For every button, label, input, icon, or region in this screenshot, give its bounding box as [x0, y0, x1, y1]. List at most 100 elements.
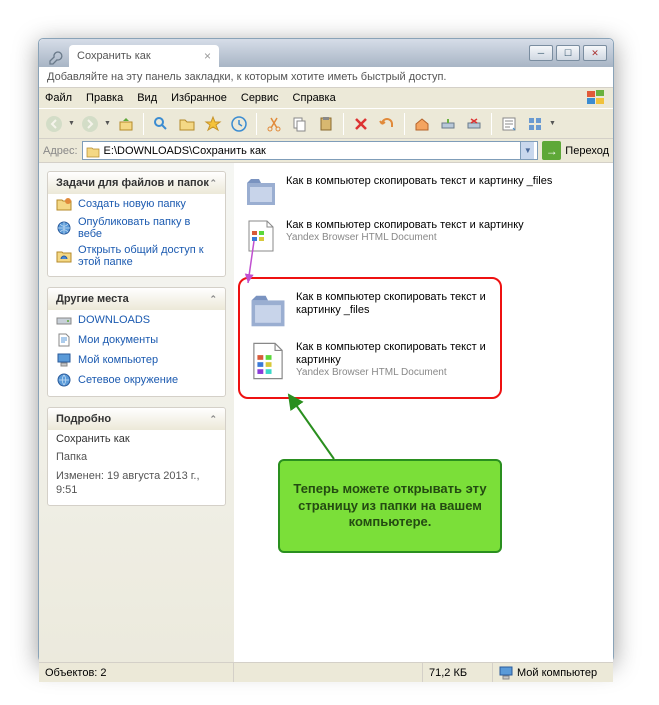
callout-red: Как в компьютер скопировать текст и карт… — [238, 277, 502, 399]
task-new-folder[interactable]: Создать новую папку — [48, 194, 225, 214]
sidebar: Задачи для файлов и папок ⌃ Создать нову… — [39, 163, 234, 662]
computer-icon — [499, 666, 513, 680]
menu-help[interactable]: Справка — [293, 92, 336, 104]
menu-edit[interactable]: Правка — [86, 92, 123, 104]
menu-file[interactable]: Файл — [45, 92, 72, 104]
place-downloads[interactable]: DOWNLOADS — [48, 310, 225, 330]
addressbar: Адрес: E:\DOWNLOADS\Сохранить как ▼ → Пе… — [39, 139, 613, 163]
toolbar: ▼ ▼ ▼ — [39, 109, 613, 139]
views-button[interactable] — [523, 112, 547, 136]
details-header[interactable]: Подробно ⌃ — [48, 408, 225, 430]
callout-file-item: Как в компьютер скопировать текст и карт… — [246, 339, 494, 383]
cut-button[interactable] — [262, 112, 286, 136]
status-objects: Объектов: 2 — [39, 663, 234, 682]
folders-button[interactable] — [175, 112, 199, 136]
drive-icon — [56, 312, 72, 328]
tasks-header[interactable]: Задачи для файлов и папок ⌃ — [48, 172, 225, 194]
places-group: Другие места ⌃ DOWNLOADS Мои документы М… — [47, 287, 226, 397]
html-file-icon — [248, 341, 288, 381]
back-dropdown[interactable]: ▼ — [68, 120, 76, 127]
back-button[interactable] — [42, 112, 66, 136]
disconnect-drive-button[interactable] — [462, 112, 486, 136]
callout-file-type: Yandex Browser HTML Document — [296, 367, 492, 379]
task-publish[interactable]: Опубликовать папку в вебе — [48, 214, 225, 242]
file-pane[interactable]: Как в компьютер скопировать текст и карт… — [234, 163, 613, 662]
window-buttons: ─ ☐ ✕ — [523, 41, 613, 65]
tasks-group: Задачи для файлов и папок ⌃ Создать нову… — [47, 171, 226, 277]
callout-green-text: Теперь можете открывать эту страницу из … — [290, 481, 490, 532]
place-network[interactable]: Сетевое окружение — [48, 370, 225, 390]
tab-title: Сохранить как — [77, 50, 151, 62]
details-group: Подробно ⌃ Сохранить как Папка Изменен: … — [47, 407, 226, 506]
go-button[interactable]: → — [542, 141, 561, 160]
maximize-button[interactable]: ☐ — [556, 45, 580, 61]
address-dropdown[interactable]: ▼ — [520, 142, 534, 159]
folder-icon — [244, 175, 278, 209]
close-button[interactable]: ✕ — [583, 45, 607, 61]
callout-file-name: Как в компьютер скопировать текст и карт… — [296, 291, 492, 331]
status-spacer — [234, 663, 423, 682]
details-type: Папка — [48, 448, 225, 466]
go-label: Переход — [565, 145, 609, 157]
globe-icon — [56, 220, 72, 236]
chevron-up-icon: ⌃ — [209, 414, 217, 425]
address-input[interactable]: E:\DOWNLOADS\Сохранить как ▼ — [82, 141, 539, 160]
folder-icon — [248, 291, 288, 331]
file-name: Как в компьютер скопировать текст и карт… — [286, 175, 552, 209]
properties-button[interactable] — [497, 112, 521, 136]
titlebar: Сохранить как × ─ ☐ ✕ — [39, 39, 613, 67]
task-share[interactable]: Открыть общий доступ к этой папке — [48, 242, 225, 270]
content: Задачи для файлов и папок ⌃ Создать нову… — [39, 163, 613, 662]
favorites-button[interactable] — [201, 112, 225, 136]
details-name: Сохранить как — [48, 430, 225, 448]
statusbar: Объектов: 2 71,2 КБ Мой компьютер — [39, 662, 613, 682]
menu-view[interactable]: Вид — [137, 92, 157, 104]
minimize-button[interactable]: ─ — [529, 45, 553, 61]
file-item[interactable]: Как в компьютер скопировать текст и карт… — [242, 173, 605, 211]
copy-button[interactable] — [288, 112, 312, 136]
delete-button[interactable] — [349, 112, 373, 136]
file-item[interactable]: Как в компьютер скопировать текст и карт… — [242, 217, 605, 255]
network-icon — [56, 372, 72, 388]
callout-file-item: Как в компьютер скопировать текст и карт… — [246, 289, 494, 333]
places-header[interactable]: Другие места ⌃ — [48, 288, 225, 310]
forward-button[interactable] — [78, 112, 102, 136]
chevron-up-icon: ⌃ — [209, 294, 217, 305]
undo-button[interactable] — [375, 112, 399, 136]
windows-logo-icon — [587, 90, 607, 106]
window: Сохранить как × ─ ☐ ✕ Добавляйте на эту … — [38, 38, 614, 662]
callout-green: Теперь можете открывать эту страницу из … — [278, 459, 502, 553]
status-location: Мой компьютер — [493, 663, 613, 682]
forward-dropdown[interactable]: ▼ — [104, 120, 112, 127]
history-button[interactable] — [227, 112, 251, 136]
status-size: 71,2 КБ — [423, 663, 493, 682]
computer-icon — [56, 352, 72, 368]
menubar: Файл Правка Вид Избранное Сервис Справка — [39, 87, 613, 109]
place-computer[interactable]: Мой компьютер — [48, 350, 225, 370]
map-drive-button[interactable] — [436, 112, 460, 136]
new-folder-icon — [56, 196, 72, 212]
views-dropdown[interactable]: ▼ — [549, 120, 557, 127]
home-button[interactable] — [410, 112, 434, 136]
tab-close-icon[interactable]: × — [204, 49, 211, 63]
place-documents[interactable]: Мои документы — [48, 330, 225, 350]
search-button[interactable] — [149, 112, 173, 136]
menu-tools[interactable]: Сервис — [241, 92, 279, 104]
browser-tab[interactable]: Сохранить как × — [69, 45, 219, 67]
up-button[interactable] — [114, 112, 138, 136]
chevron-up-icon: ⌃ — [209, 178, 217, 189]
bookmark-bar: Добавляйте на эту панель закладки, к кот… — [39, 67, 613, 87]
tab-strip: Сохранить как × — [39, 39, 523, 67]
bookmark-hint: Добавляйте на эту панель закладки, к кот… — [47, 71, 446, 83]
share-icon — [56, 248, 72, 264]
documents-icon — [56, 332, 72, 348]
paste-button[interactable] — [314, 112, 338, 136]
menu-favorites[interactable]: Избранное — [171, 92, 227, 104]
address-label: Адрес: — [43, 145, 78, 157]
callout-file-name: Как в компьютер скопировать текст и карт… — [296, 341, 492, 367]
address-path: E:\DOWNLOADS\Сохранить как — [104, 145, 517, 157]
file-type: Yandex Browser HTML Document — [286, 232, 524, 244]
wrench-icon[interactable] — [47, 49, 65, 67]
details-modified: Изменен: 19 августа 2013 г., 9:51 — [48, 467, 225, 500]
html-file-icon — [244, 219, 278, 253]
